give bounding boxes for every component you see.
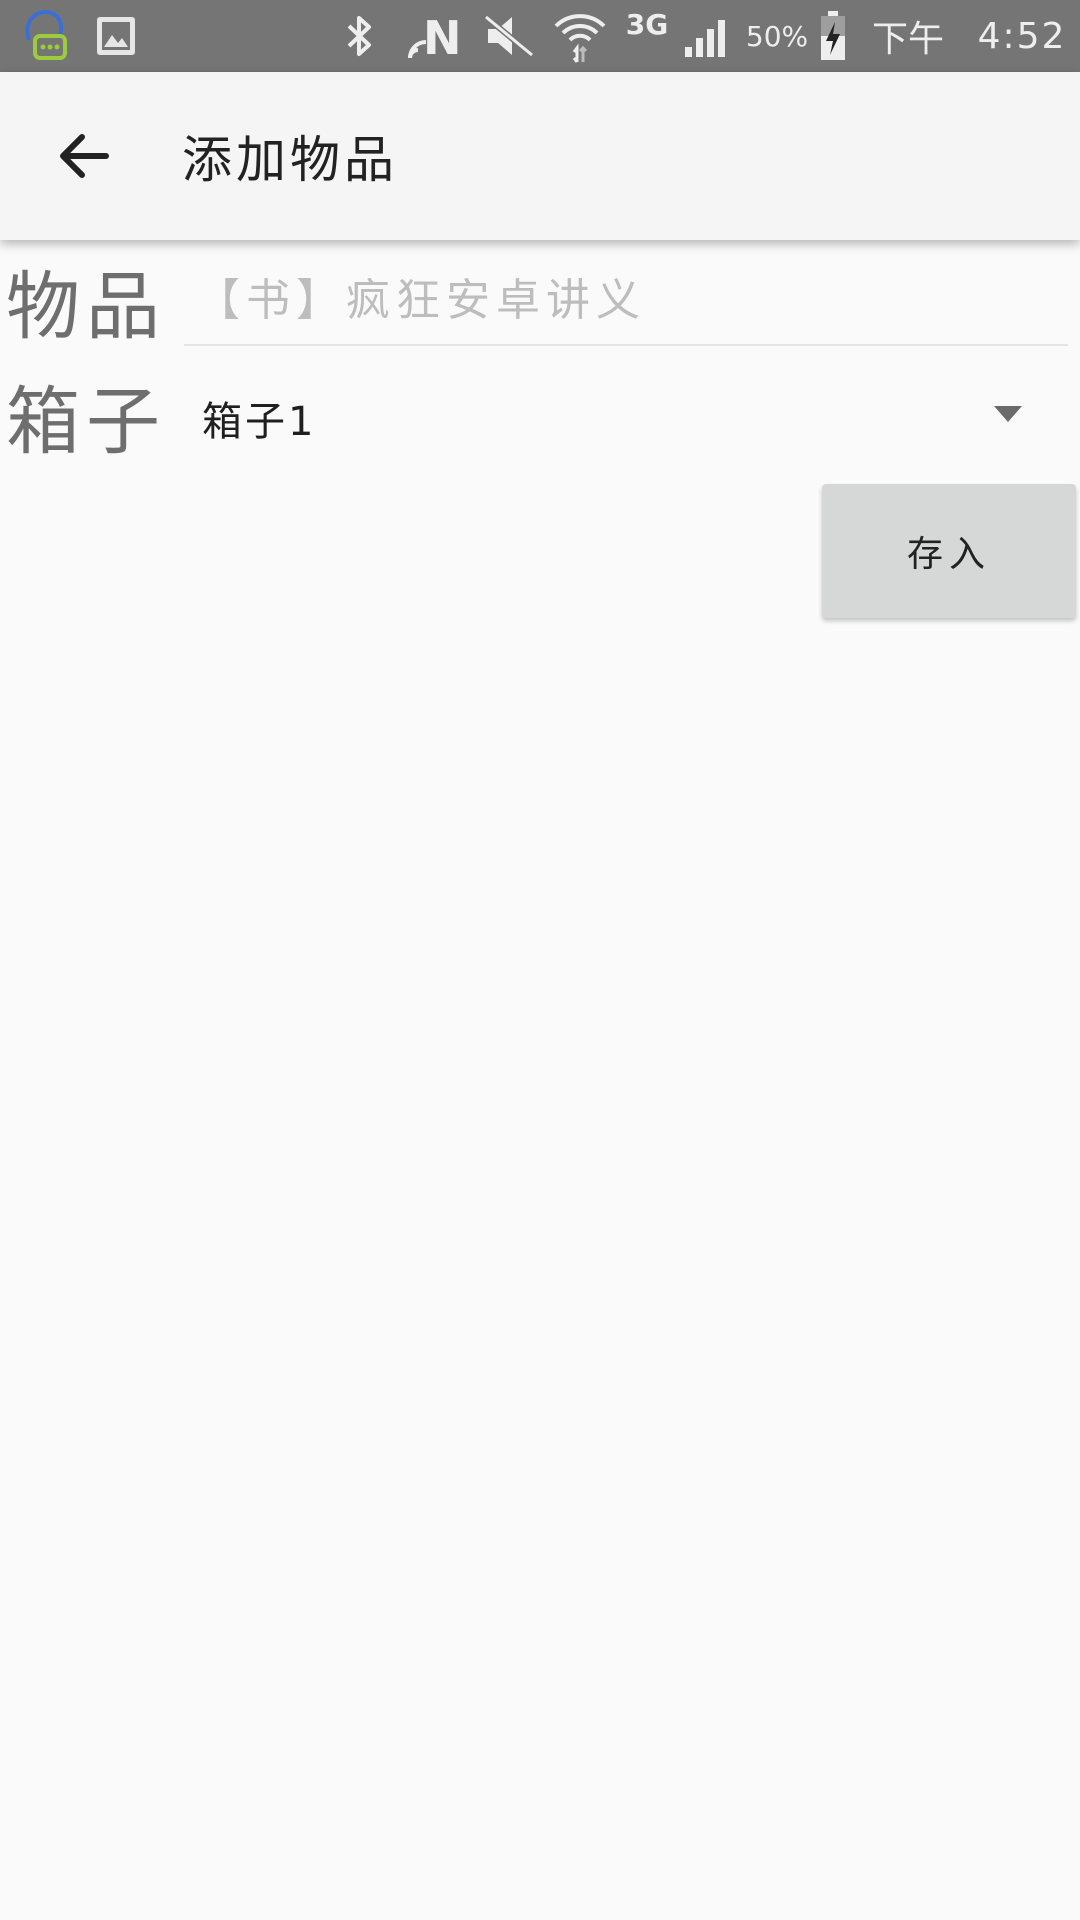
box-spinner[interactable]: 箱子1 — [184, 370, 1068, 466]
nfc-icon: N — [406, 0, 460, 72]
back-button[interactable] — [30, 108, 138, 204]
signal-icon — [680, 0, 736, 72]
wifi-icon — [552, 0, 608, 72]
mute-icon — [480, 0, 536, 72]
time-period: 下午 — [872, 19, 945, 60]
dropdown-arrow-icon — [994, 406, 1022, 422]
item-name-input[interactable] — [184, 264, 1068, 346]
item-label: 物品 — [6, 264, 166, 350]
bluetooth-icon — [340, 0, 380, 72]
box-spinner-value: 箱子1 — [202, 399, 317, 445]
svg-text:N: N — [423, 12, 459, 60]
arrow-back-icon — [60, 134, 109, 178]
page-title: 添加物品 — [182, 131, 398, 189]
network-type: 3G — [625, 7, 669, 41]
box-label: 箱子 — [6, 379, 166, 465]
battery-percent: 50% — [745, 19, 809, 53]
clock: 4:52 — [977, 15, 1067, 57]
battery-charging-icon — [814, 0, 852, 72]
store-button[interactable]: 存入 — [822, 484, 1076, 618]
app-toolbar: 添加物品 — [0, 72, 1080, 240]
status-bar: N 3G 50% 下午 4:52 — [0, 0, 1080, 72]
gallery-icon — [92, 0, 140, 72]
chat-notification-icon — [18, 0, 72, 72]
